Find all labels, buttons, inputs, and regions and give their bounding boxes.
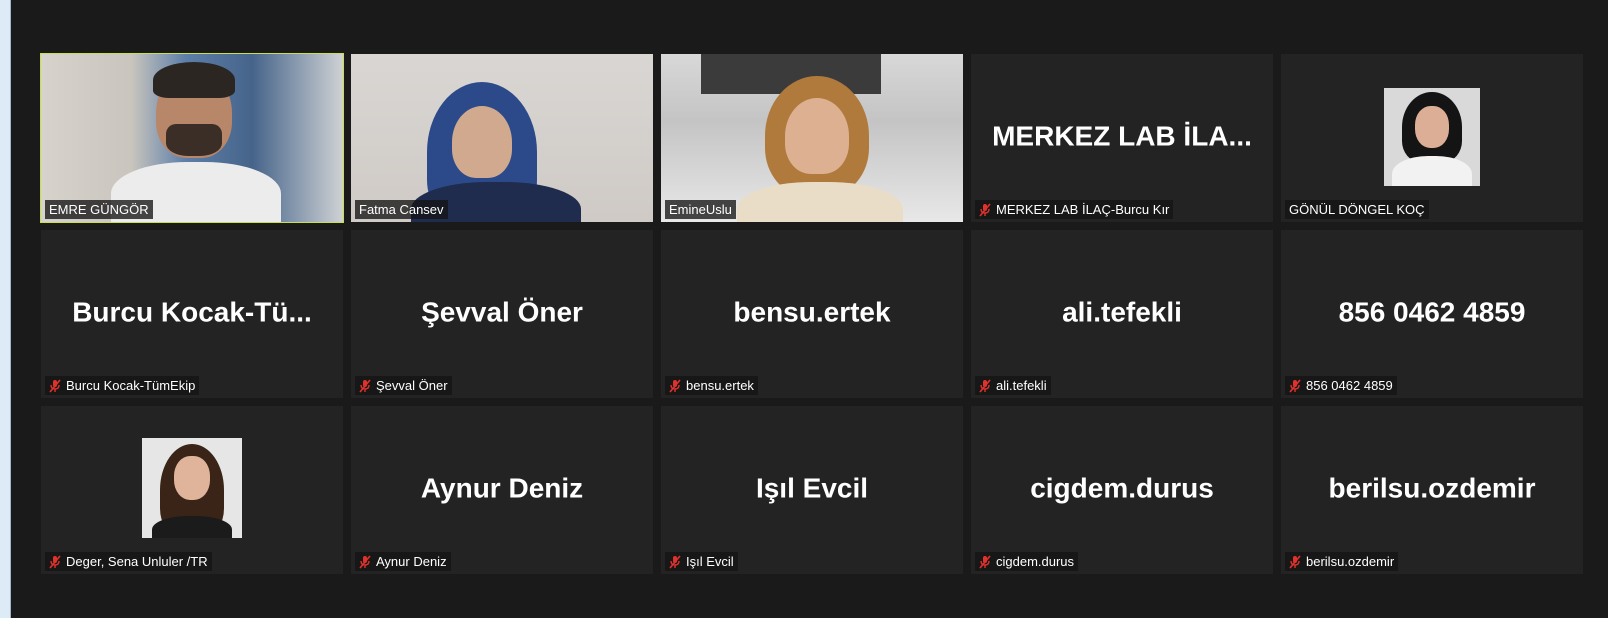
gallery-grid: EMRE GÜNGÖR Fatma Cansev EmineUslu MERKE… xyxy=(40,53,1597,574)
participant-name: Burcu Kocak-TümEkip xyxy=(66,378,196,393)
participant-video xyxy=(661,54,963,222)
participant-tile-phone-856[interactable]: 856 0462 4859 856 0462 4859 xyxy=(1281,230,1583,398)
participant-tile-fatma-cansev[interactable]: Fatma Cansev xyxy=(351,54,653,222)
participant-name-label: bensu.ertek xyxy=(665,376,758,395)
participant-display-name: Aynur Deniz xyxy=(420,472,584,504)
participant-name: 856 0462 4859 xyxy=(1306,378,1393,393)
muted-mic-icon xyxy=(359,378,371,393)
participant-tile-bensu-ertek[interactable]: bensu.ertek bensu.ertek xyxy=(661,230,963,398)
participant-display-name: MERKEZ LAB İLA... xyxy=(992,120,1252,152)
participant-name: ali.tefekli xyxy=(996,378,1047,393)
muted-mic-icon xyxy=(979,378,991,393)
participant-video xyxy=(41,54,343,222)
muted-mic-icon xyxy=(49,378,61,393)
participant-name: EmineUslu xyxy=(669,202,732,217)
muted-mic-icon xyxy=(359,554,371,569)
participant-name-label: GÖNÜL DÖNGEL KOÇ xyxy=(1285,200,1429,219)
participant-name: Deger, Sena Unluler /TR xyxy=(66,554,208,569)
participant-name-label: 856 0462 4859 xyxy=(1285,376,1397,395)
participant-tile-isil-evcil[interactable]: Işıl Evcil Işıl Evcil xyxy=(661,406,963,574)
participant-name-label: berilsu.ozdemir xyxy=(1285,552,1399,571)
participant-tile-emre-gungor[interactable]: EMRE GÜNGÖR xyxy=(40,53,344,223)
participant-display-name: berilsu.ozdemir xyxy=(1328,472,1536,504)
participant-name-label: Fatma Cansev xyxy=(355,200,448,219)
participant-name-label: Işıl Evcil xyxy=(665,552,738,571)
participant-name: berilsu.ozdemir xyxy=(1306,554,1395,569)
muted-mic-icon xyxy=(49,554,61,569)
participant-name: MERKEZ LAB İLAÇ-Burcu Kır xyxy=(996,202,1170,217)
profile-photo xyxy=(142,438,242,538)
participant-name: Aynur Deniz xyxy=(376,554,447,569)
participant-name: bensu.ertek xyxy=(686,378,754,393)
participant-name: Fatma Cansev xyxy=(359,202,444,217)
participant-name: cigdem.durus xyxy=(996,554,1075,569)
participant-name-label: Aynur Deniz xyxy=(355,552,451,571)
participant-tile-berilsu-ozdemir[interactable]: berilsu.ozdemir berilsu.ozdemir xyxy=(1281,406,1583,574)
muted-mic-icon xyxy=(1289,378,1301,393)
muted-mic-icon xyxy=(669,554,681,569)
participant-name: Şevval Öner xyxy=(376,378,448,393)
participant-display-name: ali.tefekli xyxy=(1062,296,1182,328)
participant-name: Işıl Evcil xyxy=(686,554,734,569)
participant-tile-aynur-deniz[interactable]: Aynur Deniz Aynur Deniz xyxy=(351,406,653,574)
participant-display-name: Şevval Öner xyxy=(421,296,583,328)
participant-display-name: Burcu Kocak-Tü... xyxy=(72,296,312,328)
participant-name-label: cigdem.durus xyxy=(975,552,1079,571)
muted-mic-icon xyxy=(669,378,681,393)
participant-display-name: bensu.ertek xyxy=(733,296,891,328)
participant-tile-sevval-oner[interactable]: Şevval Öner Şevval Öner xyxy=(351,230,653,398)
participant-tile-sena-unluler[interactable]: Deger, Sena Unluler /TR xyxy=(41,406,343,574)
participant-name-label: Deger, Sena Unluler /TR xyxy=(45,552,212,571)
profile-photo xyxy=(1384,88,1480,186)
participant-name-label: MERKEZ LAB İLAÇ-Burcu Kır xyxy=(975,200,1174,219)
participant-name-label: EmineUslu xyxy=(665,200,736,219)
participant-name: EMRE GÜNGÖR xyxy=(49,202,149,217)
muted-mic-icon xyxy=(1289,554,1301,569)
participant-name: GÖNÜL DÖNGEL KOÇ xyxy=(1289,202,1425,217)
participant-display-name: Işıl Evcil xyxy=(755,472,869,504)
participant-tile-cigdem-durus[interactable]: cigdem.durus cigdem.durus xyxy=(971,406,1273,574)
participant-video xyxy=(351,54,653,222)
participant-display-name: cigdem.durus xyxy=(1030,472,1214,504)
participant-display-name: 856 0462 4859 xyxy=(1338,296,1526,328)
participant-name-label: Şevval Öner xyxy=(355,376,452,395)
muted-mic-icon xyxy=(979,202,991,217)
participant-tile-gonul-dongel-koc[interactable]: GÖNÜL DÖNGEL KOÇ xyxy=(1281,54,1583,222)
participant-name-label: EMRE GÜNGÖR xyxy=(45,200,153,219)
participant-tile-emine-uslu[interactable]: EmineUslu xyxy=(661,54,963,222)
muted-mic-icon xyxy=(979,554,991,569)
participant-tile-merkez-lab[interactable]: MERKEZ LAB İLA... MERKEZ LAB İLAÇ-Burcu … xyxy=(971,54,1273,222)
participant-name-label: Burcu Kocak-TümEkip xyxy=(45,376,200,395)
participant-name-label: ali.tefekli xyxy=(975,376,1051,395)
participant-tile-ali-tefekli[interactable]: ali.tefekli ali.tefekli xyxy=(971,230,1273,398)
participant-tile-burcu-kocak[interactable]: Burcu Kocak-Tü... Burcu Kocak-TümEkip xyxy=(41,230,343,398)
meeting-window: EMRE GÜNGÖR Fatma Cansev EmineUslu MERKE… xyxy=(10,0,1608,618)
